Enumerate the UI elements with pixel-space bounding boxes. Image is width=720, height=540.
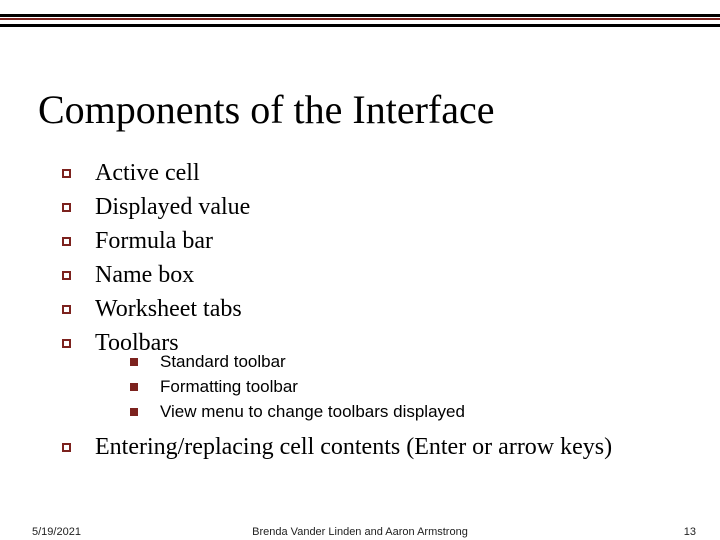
list-item: Displayed value	[62, 192, 250, 222]
list-item-label: Formula bar	[95, 226, 213, 256]
filled-square-bullet-icon	[130, 408, 138, 416]
list-item: Formula bar	[62, 226, 250, 256]
square-bullet-icon	[62, 203, 71, 212]
filled-square-bullet-icon	[130, 383, 138, 391]
list-item: Active cell	[62, 158, 250, 188]
top-rule	[0, 14, 720, 27]
filled-square-bullet-icon	[130, 358, 138, 366]
list-item-label: Standard toolbar	[160, 350, 286, 373]
list-item: Worksheet tabs	[62, 294, 250, 324]
square-bullet-icon	[62, 271, 71, 280]
list-item-label: Formatting toolbar	[160, 375, 298, 398]
rule-line-2	[0, 24, 720, 27]
list-item: View menu to change toolbars displayed	[130, 400, 465, 423]
footer-author: Brenda Vander Linden and Aaron Armstrong	[0, 526, 720, 538]
sub-bullet-list: Standard toolbar Formatting toolbar View…	[130, 350, 465, 425]
list-item-label: Active cell	[95, 158, 200, 188]
bullet-list: Active cell Displayed value Formula bar …	[62, 158, 250, 362]
slide-title: Components of the Interface	[38, 86, 495, 133]
slide: Components of the Interface Active cell …	[0, 0, 720, 540]
square-bullet-icon	[62, 443, 71, 452]
square-bullet-icon	[62, 339, 71, 348]
square-bullet-icon	[62, 305, 71, 314]
list-item-label: View menu to change toolbars displayed	[160, 400, 465, 423]
square-bullet-icon	[62, 237, 71, 246]
square-bullet-icon	[62, 169, 71, 178]
rule-line-1	[0, 14, 720, 20]
list-item: Standard toolbar	[130, 350, 465, 373]
list-item: Entering/replacing cell contents (Enter …	[62, 432, 612, 462]
bullet-list: Entering/replacing cell contents (Enter …	[62, 432, 612, 466]
list-item: Formatting toolbar	[130, 375, 465, 398]
list-item-label: Entering/replacing cell contents (Enter …	[95, 432, 612, 462]
list-item-label: Displayed value	[95, 192, 250, 222]
footer-page-number: 13	[684, 526, 696, 538]
list-item: Name box	[62, 260, 250, 290]
list-item-label: Name box	[95, 260, 194, 290]
list-item-label: Worksheet tabs	[95, 294, 242, 324]
